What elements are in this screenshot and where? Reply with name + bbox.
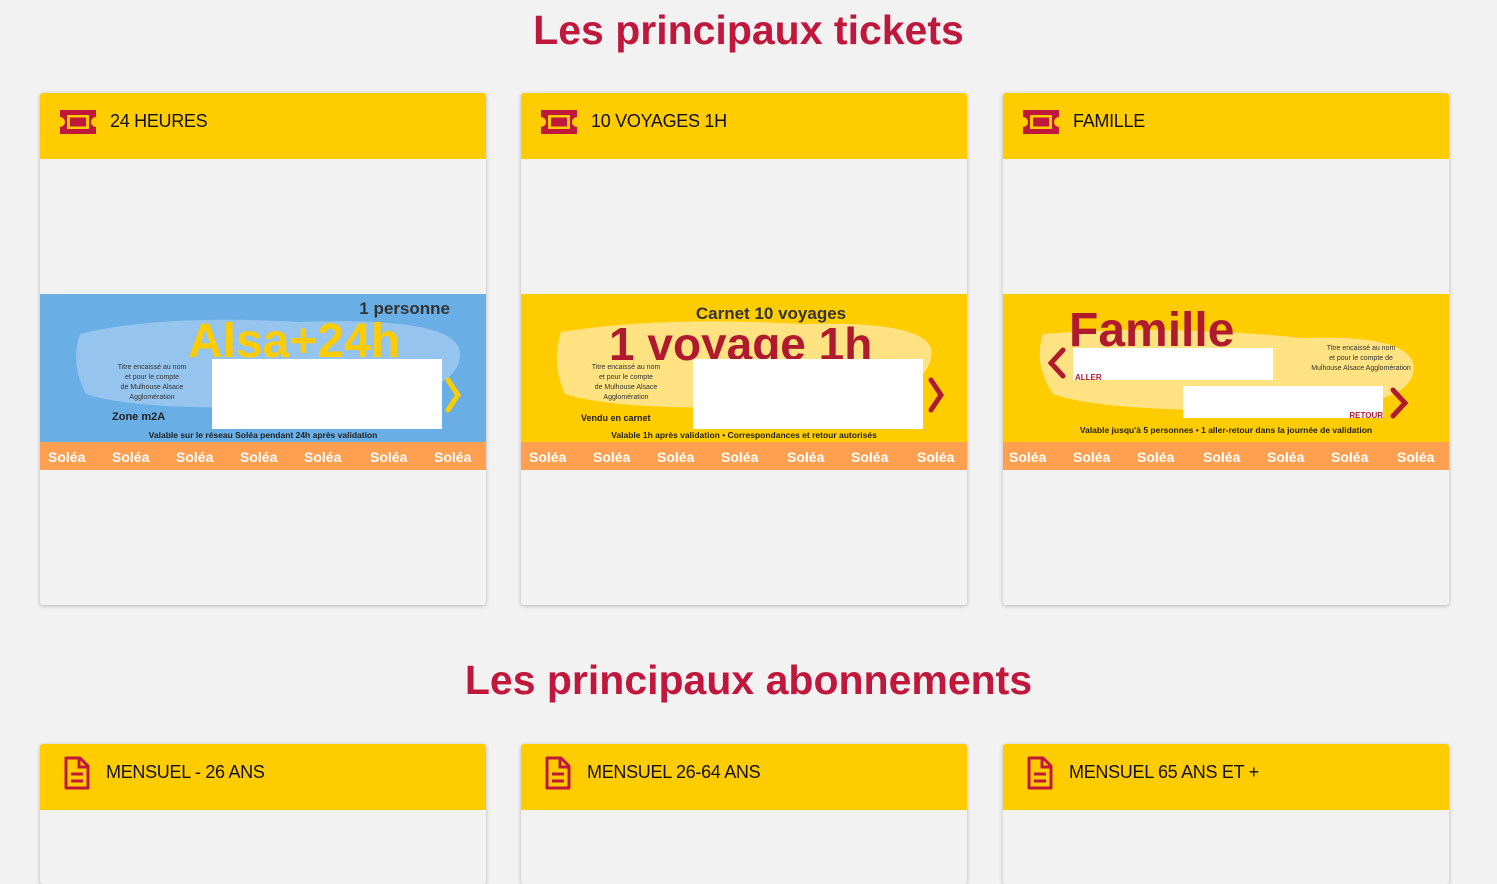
subscription-card-26-64[interactable]: MENSUEL 26-64 ANS xyxy=(521,744,967,884)
brand-mark: Soléa xyxy=(721,449,759,465)
brand-mark: Soléa xyxy=(1397,449,1435,465)
brand-mark: Soléa xyxy=(112,449,150,465)
ticket-small-line: Agglomération xyxy=(129,394,174,401)
ticket-image-24h: 1 personne Alsa+24h Titre encaissé au no… xyxy=(40,294,486,470)
ticket-small-line: Agglomération xyxy=(603,394,648,401)
ticket-zone: Zone m2A xyxy=(112,411,165,423)
brand-mark: Soléa xyxy=(1137,449,1175,465)
brand-mark: Soléa xyxy=(1331,449,1369,465)
brand-mark: Soléa xyxy=(851,449,889,465)
card-label: MENSUEL 65 ANS ET + xyxy=(1069,762,1259,782)
brand-mark: Soléa xyxy=(657,449,695,465)
brand-mark: Soléa xyxy=(176,449,214,465)
document-icon xyxy=(58,756,94,790)
card-header: 24 HEURES xyxy=(40,93,486,159)
brand-mark: Soléa xyxy=(1267,449,1305,465)
card-body xyxy=(40,810,486,870)
brand-mark: Soléa xyxy=(1073,449,1111,465)
brand-mark: Soléa xyxy=(787,449,825,465)
brand-mark: Soléa xyxy=(370,449,408,465)
ticket-small-line: et pour le compte xyxy=(125,374,179,381)
ticket-retour: RETOUR xyxy=(1349,411,1383,420)
brand-mark: Soléa xyxy=(917,449,955,465)
brand-mark: Soléa xyxy=(304,449,342,465)
card-header: MENSUEL - 26 ANS xyxy=(40,744,486,810)
brand-mark: Soléa xyxy=(593,449,631,465)
document-icon xyxy=(539,756,575,790)
ticket-footer: Valable 1h après validation • Correspond… xyxy=(611,430,877,440)
ticket-icon xyxy=(539,107,579,137)
ticket-zone: Vendu en carnet xyxy=(581,413,651,423)
brand-mark: Soléa xyxy=(529,449,567,465)
card-label: 10 VOYAGES 1H xyxy=(591,111,727,131)
ticket-small-line: Titre encaissé au nom xyxy=(592,364,661,371)
ticket-card-24h[interactable]: 24 HEURES 1 personne Alsa+24h Titre enca… xyxy=(40,93,486,605)
ticket-small-line: et pour le compte xyxy=(599,374,653,381)
ticket-small-line: Titre encaissé au nom xyxy=(118,364,187,371)
card-label: FAMILLE xyxy=(1073,111,1145,131)
ticket-small-line: et pour le compte de xyxy=(1329,355,1393,362)
section-title-subscriptions: Les principaux abonnements xyxy=(464,657,1033,703)
card-body xyxy=(1003,810,1449,870)
card-header: MENSUEL 65 ANS ET + xyxy=(1003,744,1449,810)
card-header: 10 VOYAGES 1H xyxy=(521,93,967,159)
brand-mark: Soléa xyxy=(240,449,278,465)
brand-mark: Soléa xyxy=(434,449,472,465)
ticket-image-10-voyages: Carnet 10 voyages 1 voyage 1h Titre enca… xyxy=(521,294,967,470)
brand-mark: Soléa xyxy=(1009,449,1047,465)
ticket-icon xyxy=(1021,107,1061,137)
ticket-small-line: de Mulhouse Alsace xyxy=(121,384,184,391)
card-header: MENSUEL 26-64 ANS xyxy=(521,744,967,810)
document-icon xyxy=(1021,756,1057,790)
ticket-card-10-voyages[interactable]: 10 VOYAGES 1H Carnet 10 voyages 1 voyage… xyxy=(521,93,967,605)
card-body: 1 personne Alsa+24h Titre encaissé au no… xyxy=(40,159,486,605)
card-body: Carnet 10 voyages 1 voyage 1h Titre enca… xyxy=(521,159,967,605)
subscription-card-moins-26[interactable]: MENSUEL - 26 ANS xyxy=(40,744,486,884)
brand-mark: Soléa xyxy=(1203,449,1241,465)
ticket-aller: ALLER xyxy=(1075,373,1102,382)
card-body: Famille ALLER Titre encaissé au nom et p… xyxy=(1003,159,1449,605)
ticket-small-line: de Mulhouse Alsace xyxy=(595,384,658,391)
ticket-small-line: Mulhouse Alsace Agglomération xyxy=(1311,365,1411,372)
ticket-footer: Valable jusqu'à 5 personnes • 1 aller-re… xyxy=(1080,425,1372,435)
ticket-icon xyxy=(58,107,98,137)
ticket-card-famille[interactable]: FAMILLE Famille ALLER Titre encaissé au … xyxy=(1003,93,1449,605)
card-label: MENSUEL 26-64 ANS xyxy=(587,762,761,782)
brand-mark: Soléa xyxy=(48,449,86,465)
card-body xyxy=(521,810,967,870)
subscription-card-65-plus[interactable]: MENSUEL 65 ANS ET + xyxy=(1003,744,1449,884)
card-header: FAMILLE xyxy=(1003,93,1449,159)
card-label: MENSUEL - 26 ANS xyxy=(106,762,265,782)
ticket-footer: Valable sur le réseau Soléa pendant 24h … xyxy=(149,430,378,440)
ticket-small-line: Titre encaissé au nom xyxy=(1327,345,1396,352)
section-title-tickets: Les principaux tickets xyxy=(533,7,964,53)
ticket-image-famille: Famille ALLER Titre encaissé au nom et p… xyxy=(1003,294,1449,470)
card-label: 24 HEURES xyxy=(110,111,208,131)
